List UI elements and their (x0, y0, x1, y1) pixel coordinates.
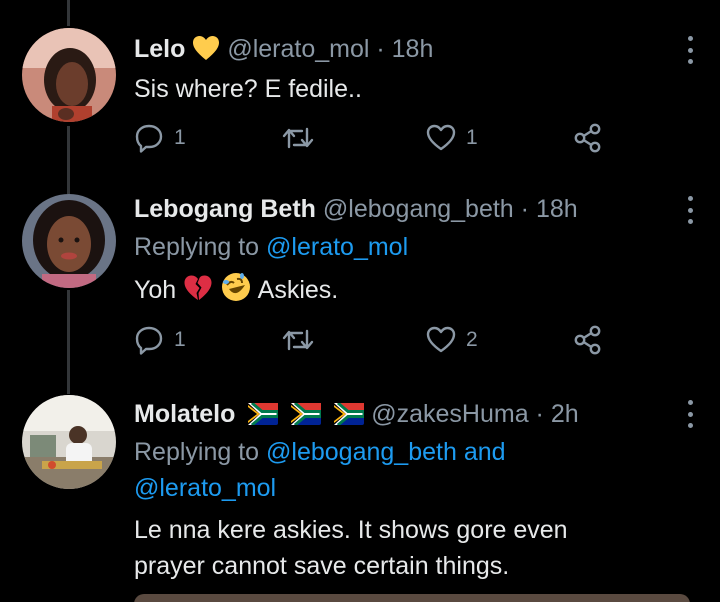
timestamp[interactable]: 18h (536, 195, 578, 223)
more-icon[interactable] (686, 400, 694, 428)
tweet-text-end: Askies. (257, 276, 339, 304)
action-bar: 1 1 (134, 121, 614, 155)
tweet-header: Lelo @lerato_mol · 18h (134, 33, 680, 65)
like-button[interactable]: 2 (426, 323, 478, 357)
share-icon (574, 325, 601, 355)
separator-dot: · (535, 400, 544, 428)
mention-link[interactable]: @lebogang_beth (266, 438, 457, 466)
media-preview[interactable] (134, 594, 690, 602)
tweet-header: Molatelo @zakesHuma · 2h (134, 398, 680, 430)
timestamp[interactable]: 2h (551, 400, 579, 428)
replying-label: Replying to (134, 233, 260, 261)
tweet-text: Yoh Askies. (134, 271, 680, 308)
more-icon[interactable] (686, 36, 694, 64)
tweet-3[interactable]: Molatelo @zakesHuma · 2h Replying to @le… (0, 390, 720, 602)
more-icon[interactable] (686, 196, 694, 224)
tweet-header: Lebogang Beth @lebogang_beth · 18h (134, 193, 680, 225)
reply-count: 1 (174, 126, 186, 149)
south-africa-flag-icon (291, 403, 322, 425)
like-button[interactable]: 1 (426, 121, 478, 155)
separator-dot: · (376, 35, 385, 63)
handle[interactable]: @lerato_mol (227, 35, 369, 63)
mention-link[interactable]: @lerato_mol (134, 474, 276, 502)
broken-heart-icon (184, 275, 212, 300)
share-button[interactable] (572, 323, 602, 357)
rolling-on-floor-laughing-icon (222, 273, 251, 301)
handle[interactable]: @zakesHuma (371, 400, 528, 428)
tweet-text: Sis where? E fedile.. (134, 75, 362, 103)
like-count: 1 (466, 126, 478, 149)
tweet-1[interactable]: Lelo @lerato_mol · 18h Sis where? E fedi… (0, 0, 720, 190)
handle[interactable]: @lebogang_beth (323, 195, 514, 223)
reply-icon (135, 326, 163, 355)
mention-link[interactable]: @lerato_mol (266, 233, 408, 261)
display-name[interactable]: Lebogang Beth (134, 195, 316, 223)
replying-label: Replying to (134, 438, 260, 466)
reply-button[interactable]: 1 (134, 323, 186, 357)
retweet-icon (282, 329, 314, 351)
reply-count: 1 (174, 328, 186, 351)
tweet-text-line: prayer cannot save certain things. (134, 552, 510, 580)
reply-icon (135, 124, 163, 153)
retweet-button[interactable] (282, 323, 314, 357)
timestamp[interactable]: 18h (392, 35, 434, 63)
like-count: 2 (466, 328, 478, 351)
replying-to: Replying to @lerato_mol (134, 229, 680, 265)
retweet-button[interactable] (282, 121, 314, 155)
action-bar: 1 2 (134, 323, 614, 357)
avatar[interactable] (22, 194, 116, 288)
retweet-icon (282, 127, 314, 149)
display-name[interactable]: Lelo (134, 35, 185, 63)
share-icon (574, 123, 601, 153)
avatar[interactable] (22, 395, 116, 489)
tweet-2[interactable]: Lebogang Beth @lebogang_beth · 18h Reply… (0, 190, 720, 390)
display-name[interactable]: Molatelo (134, 400, 235, 428)
replying-to-continued: @lerato_mol (134, 470, 680, 506)
reply-button[interactable]: 1 (134, 121, 186, 155)
mention-joiner: and (463, 438, 506, 466)
replying-to: Replying to @lebogang_beth and (134, 434, 680, 470)
like-icon (426, 124, 456, 151)
like-icon (426, 326, 456, 353)
avatar[interactable] (22, 28, 116, 122)
tweet-text-line: Le nna kere askies. It shows gore even (134, 516, 568, 544)
yellow-heart-icon (193, 36, 220, 60)
south-africa-flag-icon (248, 403, 279, 425)
separator-dot: · (520, 195, 529, 223)
south-africa-flag-icon (334, 403, 365, 425)
share-button[interactable] (572, 121, 602, 155)
tweet-text-start: Yoh (134, 276, 177, 304)
